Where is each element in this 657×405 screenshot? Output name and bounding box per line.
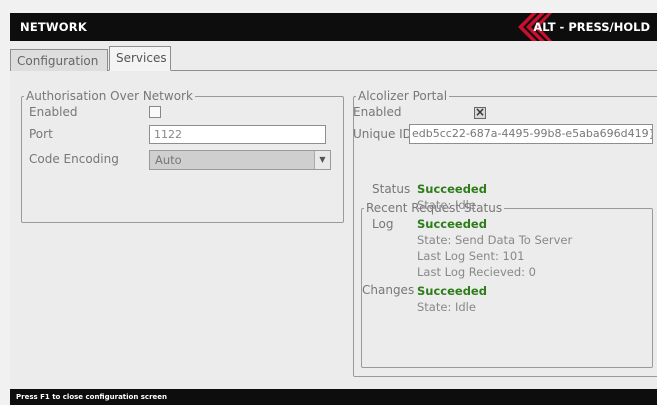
log-last-sent: Last Log Sent: 101: [417, 249, 525, 263]
tab-services[interactable]: Services: [109, 46, 171, 71]
authorisation-legend: Authorisation Over Network: [26, 89, 193, 103]
config-panel: Configuration Services Authorisation Ove…: [10, 41, 657, 389]
changes-label: Changes: [362, 283, 415, 297]
auth-enabled-checkbox[interactable]: [149, 106, 161, 118]
code-encoding-label: Code Encoding: [29, 152, 119, 166]
check-x-icon: ×: [475, 105, 486, 119]
status-state: State: Idle: [417, 198, 476, 212]
portal-enabled-checkbox[interactable]: ×: [474, 105, 486, 119]
unique-id-label: Unique ID: [353, 127, 412, 141]
title-bar: NETWORK ALT - PRESS/HOLD: [10, 13, 657, 41]
log-last-received: Last Log Recieved: 0: [417, 265, 536, 279]
port-input[interactable]: 1122: [149, 125, 326, 144]
alt-press-hold-label: ALT - PRESS/HOLD: [533, 20, 650, 34]
tab-bar: Configuration Services: [10, 41, 657, 71]
footer-hint: Press F1 to close configuration screen: [10, 389, 657, 405]
window-title: NETWORK: [20, 20, 87, 34]
code-encoding-value: Auto: [155, 153, 182, 167]
portal-enabled-label: Enabled: [353, 105, 402, 119]
status-label: Status: [372, 182, 411, 196]
changes-state: State: Idle: [417, 300, 476, 314]
chevron-down-icon[interactable]: ▼: [314, 151, 330, 169]
code-encoding-select[interactable]: Auto ▼: [149, 150, 331, 170]
alcolizer-portal-legend: Alcolizer Portal: [358, 89, 448, 103]
log-result: Succeeded: [417, 217, 487, 231]
changes-result: Succeeded: [417, 284, 487, 298]
port-label: Port: [29, 127, 53, 141]
auth-enabled-label: Enabled: [29, 105, 78, 119]
status-result: Succeeded: [417, 182, 487, 196]
log-state: State: Send Data To Server: [417, 233, 573, 247]
unique-id-input[interactable]: edb5cc22-687a-4495-99b8-e5aba696d419}: [409, 124, 653, 144]
log-label: Log: [372, 217, 394, 231]
tab-configuration[interactable]: Configuration: [10, 49, 108, 71]
